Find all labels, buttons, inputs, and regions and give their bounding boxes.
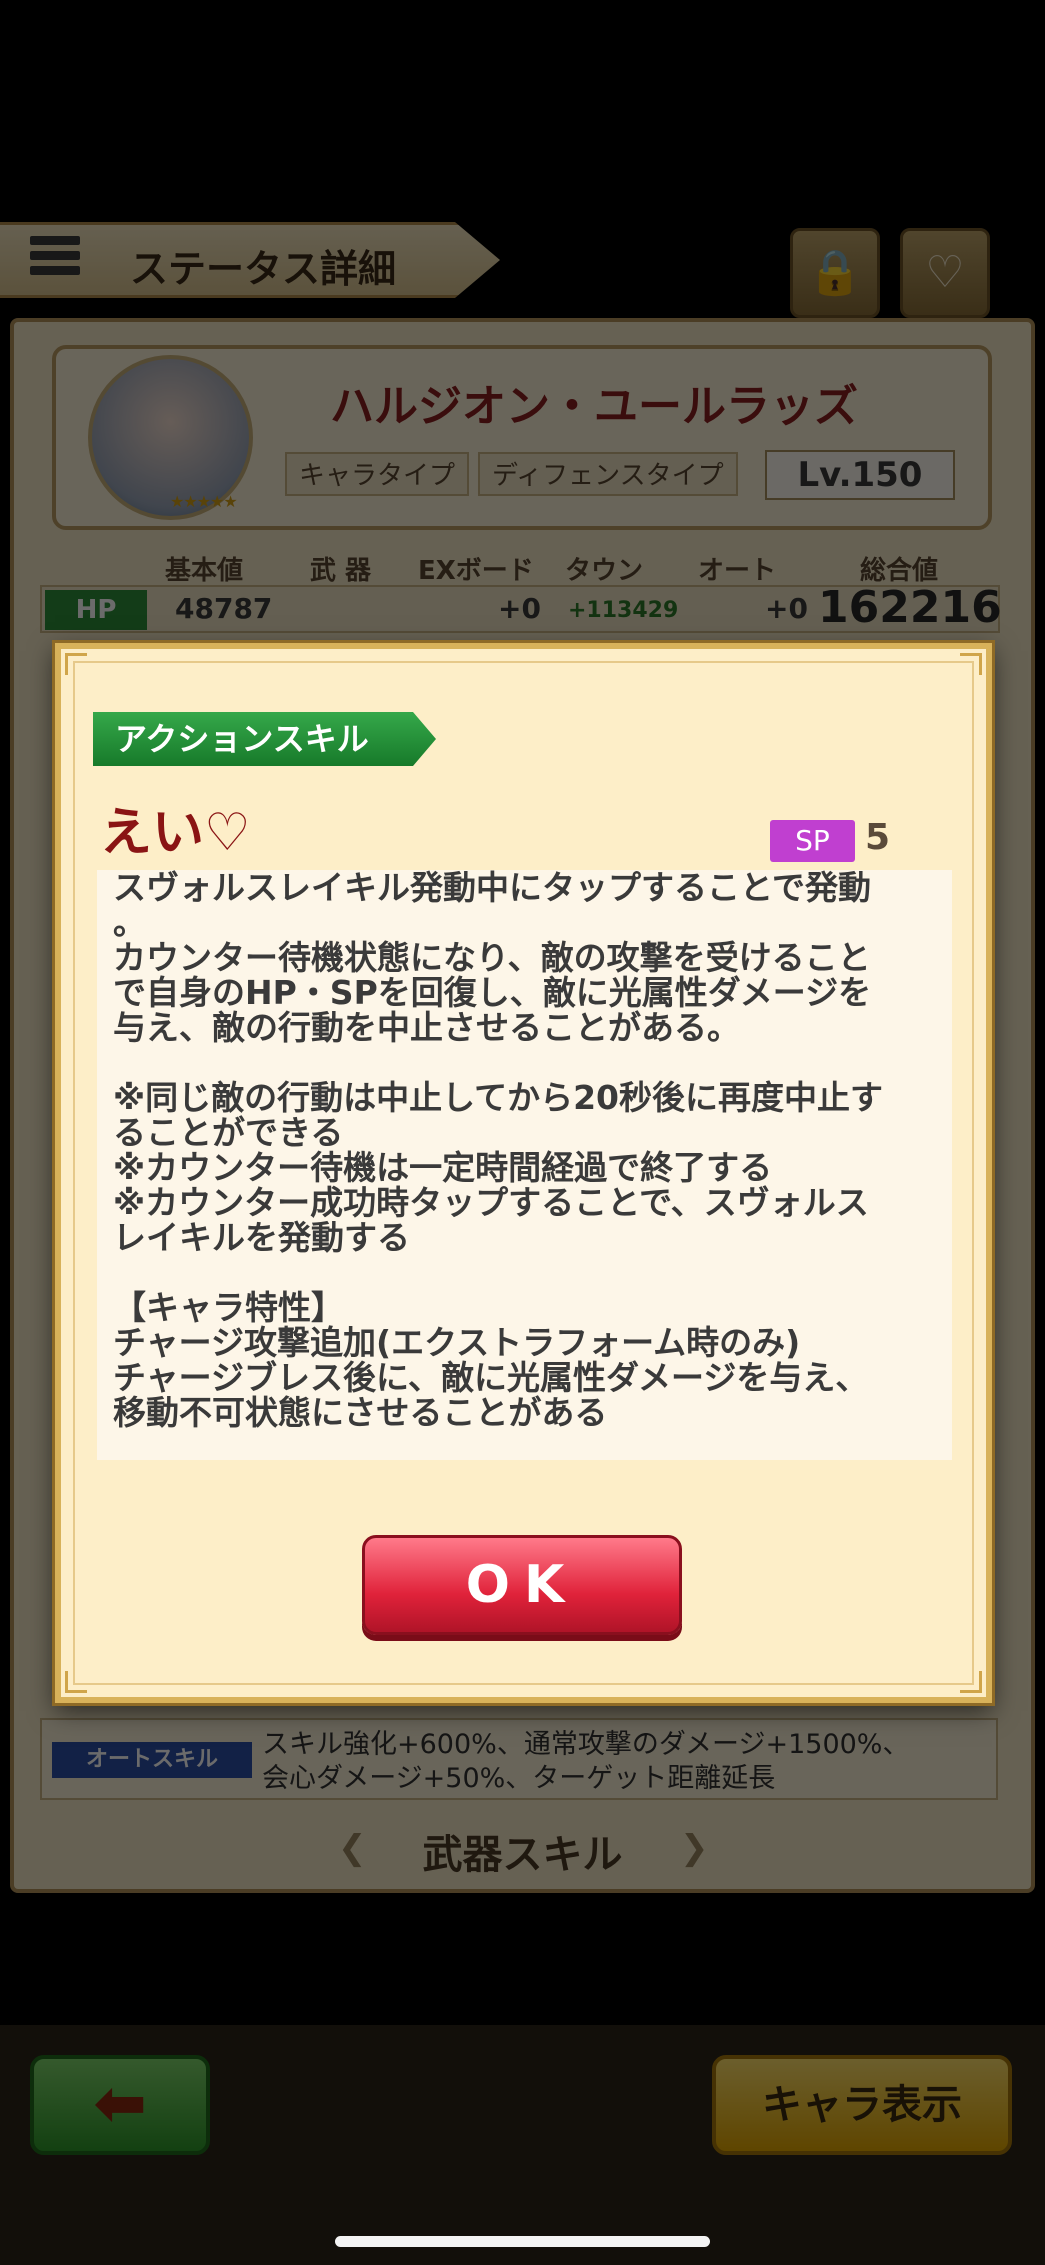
level-badge: Lv.150 — [765, 450, 955, 500]
hp-total: 162216 — [818, 582, 1002, 633]
stat-header-weapon: 武 器 — [310, 556, 372, 586]
ok-button[interactable]: OK — [362, 1535, 682, 1635]
skill-description: スヴォルスレイキル発動中にタップすることで発動 。 カウンター待機状態になり、敵… — [97, 870, 952, 1460]
page-title: ステータス詳細 — [130, 247, 397, 291]
rarity-stars: ★★★★★ — [170, 492, 238, 511]
stat-header-exboard: EXボード — [418, 556, 534, 586]
ok-label: OK — [465, 1555, 579, 1615]
auto-skill-label: オートスキル — [52, 1742, 252, 1778]
heart-icon: ♡ — [925, 247, 965, 298]
description-line: ※同じ敵の行動は中止してから20秒後に再度中止す — [113, 1078, 884, 1117]
hp-label: HP — [45, 590, 147, 630]
next-arrow-icon[interactable]: ❯ — [680, 1828, 709, 1868]
menu-icon[interactable] — [30, 236, 80, 286]
description-line: チャージ攻撃追加(エクストラフォーム時のみ) — [113, 1323, 801, 1362]
description-line: レイキルを発動する — [113, 1218, 410, 1257]
stat-header-base: 基本値 — [165, 556, 244, 586]
description-line: 。 — [113, 903, 146, 942]
description-line: カウンター待機状態になり、敵の攻撃を受けること — [113, 938, 871, 977]
chara-display-button[interactable]: キャラ表示 — [712, 2055, 1012, 2155]
description-line: ※カウンター待機は一定時間経過で終了する — [113, 1148, 773, 1187]
description-gap — [113, 1045, 936, 1080]
corner-ornament — [65, 1671, 87, 1693]
weapon-skill-title: 武器スキル — [422, 1832, 623, 1878]
hp-exboard: +0 — [498, 592, 541, 625]
auto-skill-text: スキル強化+600%、通常攻撃のダメージ+1500%、 会心ダメージ+50%、タ… — [262, 1728, 992, 1796]
hp-base: 48787 — [175, 592, 273, 625]
sp-value: 5 — [865, 817, 891, 858]
back-arrow-icon: ⬅ — [93, 2067, 147, 2141]
favorite-button[interactable]: ♡ — [900, 228, 990, 318]
type-label: キャラタイプ — [285, 452, 470, 496]
hp-auto: +0 — [765, 592, 808, 625]
corner-ornament — [960, 653, 982, 675]
chara-display-label: キャラ表示 — [762, 2082, 962, 2128]
type-value: ディフェンスタイプ — [478, 452, 738, 496]
description-line: 【キャラ特性】 — [113, 1288, 344, 1327]
description-line: で自身のHP・SPを回復し、敵に光属性ダメージを — [113, 973, 872, 1012]
home-indicator[interactable] — [335, 2236, 710, 2247]
stat-header-auto: オート — [698, 556, 777, 586]
character-name: ハルジオン・ユールラッズ — [330, 381, 858, 432]
description-line: ※カウンター成功時タップすることで、スヴォルス — [113, 1183, 869, 1222]
auto-skill-line: スキル強化+600%、通常攻撃のダメージ+1500%、 — [262, 1729, 910, 1760]
description-line: 移動不可状態にさせることがある — [113, 1393, 608, 1432]
description-line: 与え、敵の行動を中止させることがある。 — [113, 1008, 740, 1047]
skill-name: えい♡ — [100, 803, 251, 863]
stat-header-town: タウン — [565, 556, 644, 586]
sp-badge: SP — [770, 820, 855, 862]
lock-button[interactable]: 🔒 — [790, 228, 880, 318]
corner-ornament — [65, 653, 87, 675]
description-line: チャージブレス後に、敵に光属性ダメージを与え、 — [113, 1358, 869, 1397]
corner-ornament — [960, 1671, 982, 1693]
lock-icon: 🔒 — [807, 247, 863, 298]
back-button[interactable]: ⬅ — [30, 2055, 210, 2155]
description-line: ることができる — [113, 1113, 344, 1152]
description-gap — [113, 1255, 936, 1290]
auto-skill-line: 会心ダメージ+50%、ターゲット距離延長 — [262, 1763, 776, 1794]
description-line: スヴォルスレイキル発動中にタップすることで発動 — [113, 870, 872, 907]
skill-type-tag: アクションスキル — [93, 712, 436, 766]
hp-town: +113429 — [568, 598, 679, 623]
